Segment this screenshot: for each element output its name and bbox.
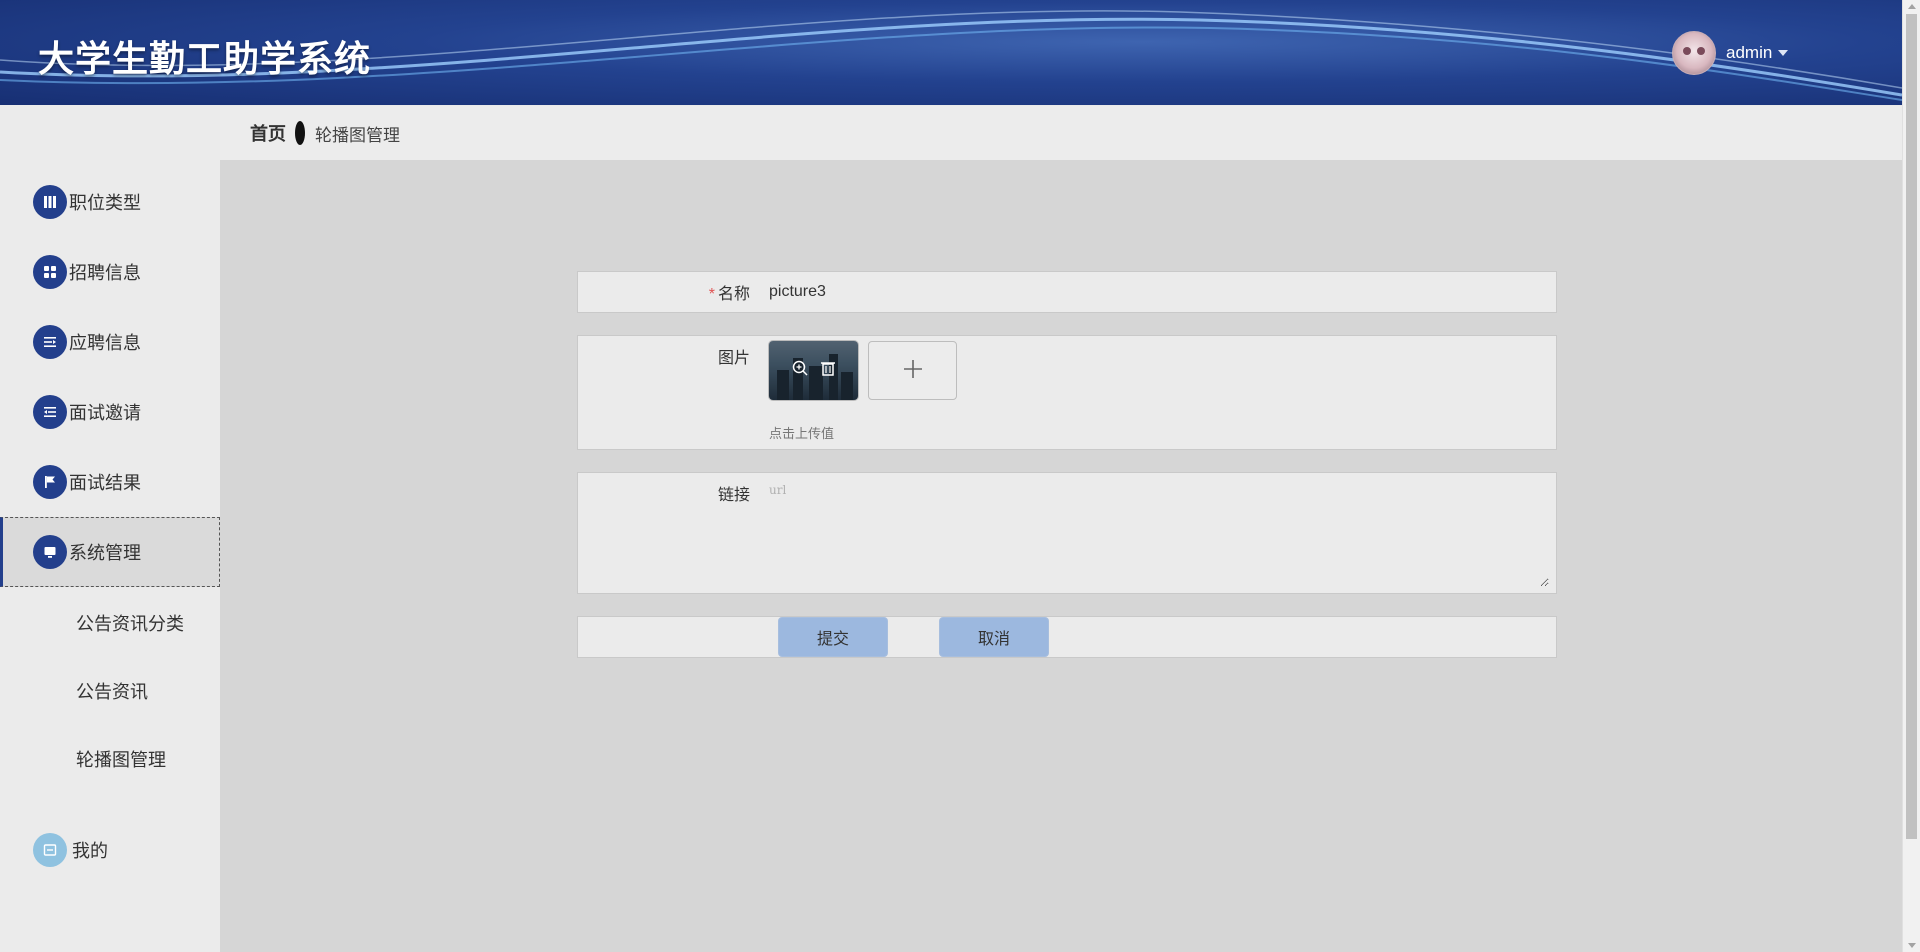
breadcrumb: 首页 轮播图管理: [220, 106, 1902, 160]
sidebar-item-label: 面试结果: [69, 473, 141, 493]
form-row-actions: 提交 取消: [577, 616, 1557, 658]
required-marker: *: [708, 286, 715, 303]
list-outdent-icon: [33, 395, 67, 429]
book-icon: [33, 185, 67, 219]
sidebar-item-label: 我的: [72, 841, 108, 861]
scroll-down-icon[interactable]: [1908, 943, 1916, 948]
sidebar-item-interview-invites[interactable]: 面试邀请: [0, 377, 220, 447]
link-textarea[interactable]: [769, 483, 1549, 587]
upload-hint: 点击上传值: [769, 426, 835, 441]
upload-add-button[interactable]: [868, 341, 957, 400]
user-panel-icon: [33, 833, 67, 867]
monitor-icon: [33, 535, 67, 569]
zoom-in-icon[interactable]: [791, 359, 809, 382]
form-row-image: 图片 点击上传值: [577, 335, 1557, 450]
sidebar-item-applications[interactable]: 应聘信息: [0, 307, 220, 377]
flag-icon: [33, 465, 67, 499]
sidebar-item-label: 系统管理: [69, 543, 141, 563]
breadcrumb-separator: [295, 121, 305, 145]
form-row-link: 链接: [577, 472, 1557, 594]
name-input[interactable]: picture3: [769, 283, 826, 301]
sidebar-item-system-management[interactable]: 系统管理: [0, 517, 220, 587]
list-indent-icon: [33, 325, 67, 359]
caret-down-icon[interactable]: [1778, 50, 1789, 56]
sidebar: 职位类型 招聘信息 应聘信息 面试邀请 面试结果 系统管理 公告资讯分类 公告资…: [0, 105, 220, 952]
plus-icon: [902, 354, 924, 388]
user-menu[interactable]: admin: [1672, 31, 1789, 75]
delete-icon[interactable]: [819, 359, 837, 382]
sidebar-item-job-types[interactable]: 职位类型: [0, 167, 220, 237]
scrollbar-thumb[interactable]: [1906, 14, 1917, 839]
sidebar-item-label: 面试邀请: [69, 403, 141, 423]
name-label-text: 名称: [717, 286, 750, 303]
sidebar-item-label: 职位类型: [69, 193, 141, 213]
link-label: 链接: [717, 487, 750, 504]
submit-button[interactable]: 提交: [778, 617, 888, 657]
username[interactable]: admin: [1726, 43, 1772, 63]
sidebar-item-label: 招聘信息: [69, 263, 141, 283]
main-content: * 名称 picture3 图片 点击上传值 链接 url 提交 取消: [220, 160, 1902, 952]
app-title: 大学生勤工助学系统: [38, 38, 372, 79]
cancel-button[interactable]: 取消: [939, 617, 1049, 657]
sidebar-item-recruitment[interactable]: 招聘信息: [0, 237, 220, 307]
breadcrumb-home[interactable]: 首页: [250, 120, 286, 146]
form-row-name: * 名称 picture3: [577, 271, 1557, 313]
sidebar-item-interview-results[interactable]: 面试结果: [0, 447, 220, 517]
sidebar-subitem-notices[interactable]: 公告资讯: [76, 677, 148, 707]
image-label: 图片: [717, 350, 750, 367]
breadcrumb-current: 轮播图管理: [315, 125, 400, 145]
sidebar-subitem-carousel-management[interactable]: 轮播图管理: [76, 745, 166, 775]
avatar[interactable]: [1672, 31, 1716, 75]
vertical-scrollbar[interactable]: [1902, 0, 1920, 952]
thumbnail-actions: [769, 341, 858, 400]
scroll-up-icon[interactable]: [1908, 4, 1916, 9]
sidebar-subitem-notice-categories[interactable]: 公告资讯分类: [76, 609, 184, 639]
name-label: * 名称: [709, 280, 750, 304]
sidebar-item-label: 应聘信息: [69, 333, 141, 353]
grid-icon: [33, 255, 67, 289]
sidebar-item-mine[interactable]: 我的: [0, 815, 220, 885]
uploaded-image-thumbnail[interactable]: [769, 341, 858, 400]
header-banner: 大学生勤工助学系统 admin: [0, 0, 1902, 105]
